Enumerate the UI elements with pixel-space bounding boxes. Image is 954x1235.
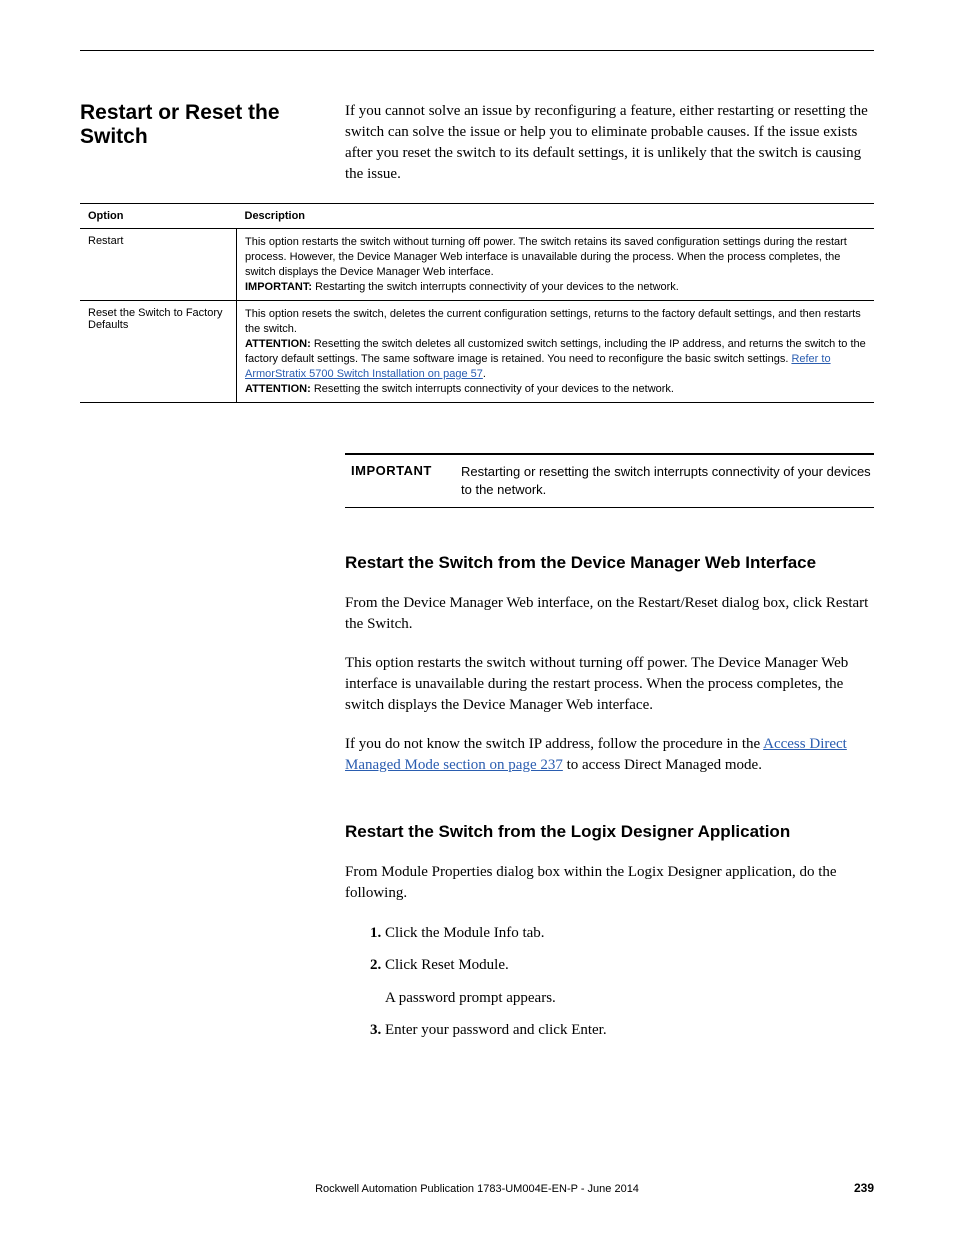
list-item: Click the Module Info tab. <box>385 922 874 945</box>
important-callout: IMPORTANT Restarting or resetting the sw… <box>345 453 874 507</box>
page: Troubleshoot the Switch Chapter 6 Restar… <box>0 0 954 1235</box>
paragraph: If you do not know the switch IP address… <box>345 734 874 776</box>
text: If you do not know the switch IP address… <box>345 736 763 752</box>
desc-attention: ATTENTION: Resetting the switch deletes … <box>245 337 866 382</box>
cell-option-restart: Restart <box>80 229 237 301</box>
step-text: Click the Module Info tab. <box>385 925 545 941</box>
header-rule <box>80 50 874 51</box>
desc-text: Resetting the switch interrupts connecti… <box>311 383 674 395</box>
step-text: Enter your password and click Enter. <box>385 1022 607 1038</box>
paragraph: From Module Properties dialog box within… <box>345 862 874 904</box>
section-heading: Restart or Reset the Switch <box>80 101 345 185</box>
table-header-row: Option Description <box>80 204 874 229</box>
paragraph: From the Device Manager Web interface, o… <box>345 593 874 635</box>
subheading-restart-logix: Restart the Switch from the Logix Design… <box>345 822 874 842</box>
cell-option-reset: Reset the Switch to Factory Defaults <box>80 301 237 403</box>
publication-info: Rockwell Automation Publication 1783-UM0… <box>315 1183 639 1195</box>
step-sub: A password prompt appears. <box>385 987 874 1010</box>
cell-desc-restart: This option restarts the switch without … <box>237 229 875 301</box>
spacer <box>345 794 874 822</box>
step-text: Click Reset Module. <box>385 957 509 973</box>
list-item: Click Reset Module. A password prompt ap… <box>385 954 874 1009</box>
table-row: Restart This option restarts the switch … <box>80 229 874 301</box>
page-footer: Rockwell Automation Publication 1783-UM0… <box>80 1183 874 1195</box>
section-top: Restart or Reset the Switch If you canno… <box>80 101 874 185</box>
steps-list: Click the Module Info tab. Click Reset M… <box>345 922 874 1042</box>
label-attention: ATTENTION: <box>245 338 311 350</box>
options-table: Option Description Restart This option r… <box>80 203 874 403</box>
important-body: Restarting or resetting the switch inter… <box>461 463 874 498</box>
desc-text: Resetting the switch deletes all customi… <box>245 338 866 365</box>
desc-text: This option restarts the switch without … <box>245 235 866 280</box>
paragraph: This option restarts the switch without … <box>345 653 874 716</box>
label-attention: ATTENTION: <box>245 383 311 395</box>
th-description: Description <box>237 204 875 229</box>
label-important: IMPORTANT: <box>245 281 312 293</box>
desc-text: . <box>483 368 486 380</box>
desc-attention: ATTENTION: Resetting the switch interrup… <box>245 382 866 397</box>
cell-desc-reset: This option resets the switch, deletes t… <box>237 301 875 403</box>
desc-important: IMPORTANT: Restarting the switch interru… <box>245 280 866 295</box>
page-number: 239 <box>854 1181 874 1195</box>
subheading-restart-web: Restart the Switch from the Device Manag… <box>345 553 874 573</box>
desc-text: This option resets the switch, deletes t… <box>245 307 866 337</box>
important-label: IMPORTANT <box>345 463 461 498</box>
content-column: IMPORTANT Restarting or resetting the sw… <box>345 453 874 1041</box>
table-row: Reset the Switch to Factory Defaults Thi… <box>80 301 874 403</box>
th-option: Option <box>80 204 237 229</box>
section-intro: If you cannot solve an issue by reconfig… <box>345 101 874 185</box>
text: to access Direct Managed mode. <box>563 757 762 773</box>
list-item: Enter your password and click Enter. <box>385 1019 874 1042</box>
desc-text: Restarting the switch interrupts connect… <box>312 281 679 293</box>
